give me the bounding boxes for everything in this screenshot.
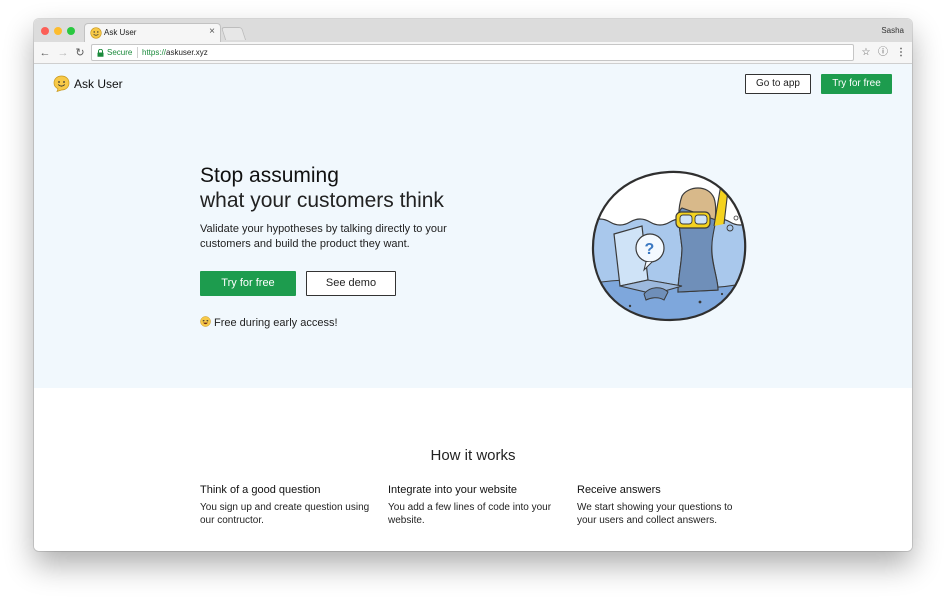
step-1: Think of a good question You sign up and… [200,484,370,527]
close-window-button[interactable] [41,27,49,35]
profile-name[interactable]: Sasha [881,26,904,35]
hero-subtext: Validate your hypotheses by talking dire… [200,223,447,250]
browser-toolbar: ← → ↻ Secure https://askuser.xyz ☆ ⓘ ⋮ [34,42,912,64]
how-it-works-title: How it works [430,447,516,464]
step-3-title: Receive answers [577,484,661,496]
secure-label: Secure [107,48,133,57]
browser-window: Ask User × Sasha ← → ↻ Secure https://as… [34,19,912,551]
url-separator [137,47,138,58]
step-2-title: Integrate into your website [388,484,518,496]
header-try-for-free-button[interactable]: Try for free [821,74,892,94]
step-1-title: Think of a good question [200,484,321,496]
menu-icon[interactable]: ⋮ [894,46,908,60]
smiley-favicon-icon [90,27,102,39]
early-access-note: Free during early access! [200,316,338,329]
hero-try-for-free-button[interactable]: Try for free [200,271,296,296]
url-host: askuser.xyz [166,48,208,57]
brand-name: Ask User [74,77,123,91]
url-scheme: https:// [142,48,167,57]
step-1-text: You sign up and create question using ou… [200,502,370,526]
diver-illustration: ? [591,170,747,322]
reload-icon[interactable]: ↻ [73,46,87,60]
step-2: Integrate into your website You add a fe… [388,484,558,527]
go-to-app-button[interactable]: Go to app [745,74,811,94]
info-icon[interactable]: ⓘ [876,46,890,60]
forward-icon[interactable]: → [56,46,70,60]
url-text: https://askuser.xyz [142,48,208,57]
star-icon[interactable]: ☆ [859,46,873,60]
new-tab-button[interactable] [220,27,247,40]
step-2-text: You add a few lines of code into your we… [388,502,552,526]
hero-headline: Stop assuming what your customers think [200,163,444,213]
headline-line-1: Stop assuming [200,164,339,187]
see-demo-button[interactable]: See demo [306,271,396,296]
address-bar[interactable]: Secure https://askuser.xyz [91,44,854,61]
hero-section: Ask User Go to app Try for free Stop ass… [34,64,912,388]
back-icon[interactable]: ← [38,46,52,60]
headline-line-2: what your customers think [200,189,444,212]
svg-text:?: ? [645,241,655,258]
maximize-window-button[interactable] [67,27,75,35]
page-content: Ask User Go to app Try for free Stop ass… [34,64,912,551]
step-3-text: We start showing your questions to your … [577,502,733,526]
early-access-text: Free during early access! [214,317,338,329]
lock-icon [97,49,104,57]
laughing-emoji-icon [200,316,211,327]
tab-close-icon[interactable]: × [209,26,215,38]
smiley-logo-icon [53,75,70,92]
tab-strip: Ask User × Sasha [34,19,912,42]
tab-title: Ask User [104,28,137,37]
step-3: Receive answers We start showing your qu… [577,484,747,527]
minimize-window-button[interactable] [54,27,62,35]
browser-tab[interactable]: Ask User × [84,23,221,42]
